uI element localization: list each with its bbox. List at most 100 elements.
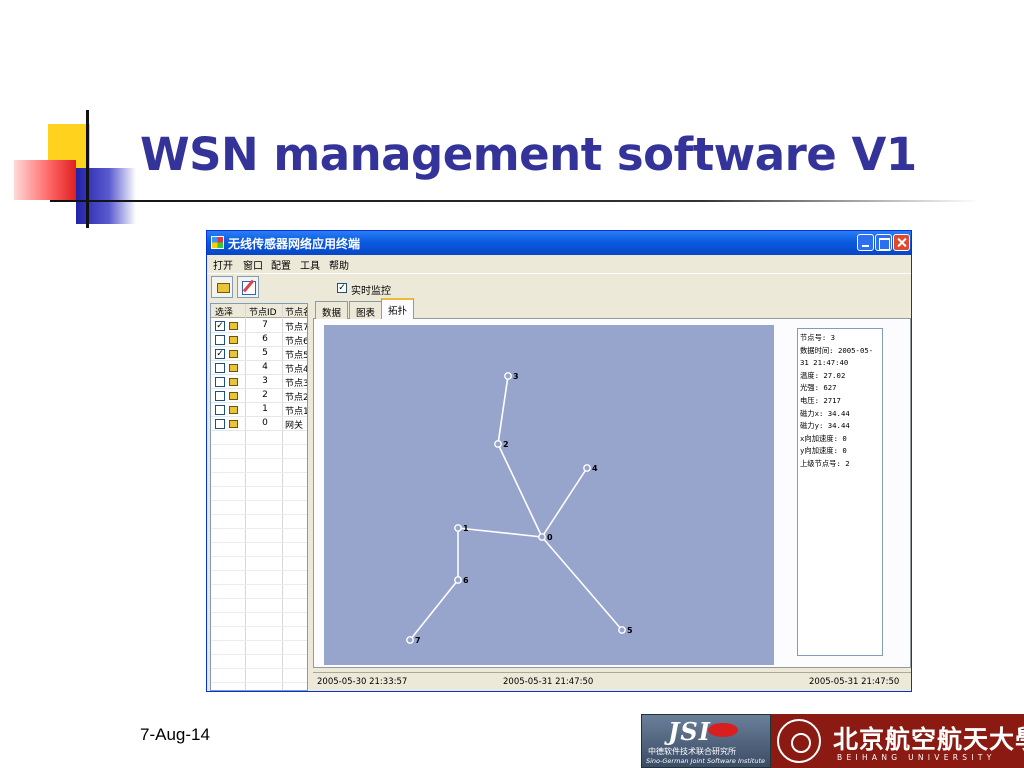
- empty-list-row: [211, 683, 307, 690]
- open-folder-icon[interactable]: [211, 276, 233, 298]
- row-node-name: 节点5: [285, 351, 308, 361]
- row-checkbox[interactable]: ✓: [215, 321, 225, 331]
- topology-node-1[interactable]: [454, 524, 462, 532]
- topology-node-6[interactable]: [454, 576, 462, 584]
- empty-list-row: [211, 515, 307, 529]
- realtime-label: 实时监控: [351, 286, 391, 297]
- row-checkbox[interactable]: [215, 391, 225, 401]
- menu-config[interactable]: 配置: [271, 257, 291, 272]
- row-node-id: 7: [262, 320, 268, 330]
- topology-node-7[interactable]: [406, 636, 414, 644]
- info-line: 温度: 27.02: [800, 370, 846, 380]
- menu-open[interactable]: 打开: [213, 257, 233, 272]
- row-checkbox[interactable]: [215, 363, 225, 373]
- row-node-id: 0: [262, 418, 268, 428]
- sensor-node-icon: [229, 364, 238, 372]
- row-checkbox[interactable]: ✓: [215, 349, 225, 359]
- menubar: 打开 窗口 配置 工具 帮助: [207, 255, 911, 273]
- info-line: 节点号: 3: [800, 333, 836, 342]
- topology-node-label: 0: [547, 533, 553, 542]
- info-line: 电压: 2717: [800, 395, 841, 405]
- maximize-icon[interactable]: [875, 234, 892, 251]
- node-list-row[interactable]: 2 节点2: [211, 389, 307, 403]
- decor-blue-square: [76, 168, 136, 224]
- empty-list-row: [211, 669, 307, 683]
- empty-list-row: [211, 641, 307, 655]
- empty-list-row: [211, 571, 307, 585]
- topology-node-label: 3: [513, 372, 519, 381]
- node-list-row[interactable]: 4 节点4: [211, 361, 307, 375]
- empty-list-row: [211, 543, 307, 557]
- minimize-icon[interactable]: [857, 234, 874, 251]
- node-list-row[interactable]: 0 网关: [211, 417, 307, 431]
- topology-link-2-0: [497, 443, 543, 538]
- empty-list-row: [211, 459, 307, 473]
- decor-red-square: [14, 160, 76, 200]
- menu-help[interactable]: 帮助: [329, 257, 349, 272]
- row-checkbox[interactable]: [215, 405, 225, 415]
- topology-canvas[interactable]: 0 1 2 3 4 5 6 7: [324, 325, 774, 665]
- info-line: x向加速度: 0: [800, 433, 847, 443]
- topology-link-0-5: [541, 536, 623, 631]
- empty-list-row: [211, 445, 307, 459]
- info-line: 磁力y: 34.44: [800, 421, 850, 431]
- row-node-id: 5: [262, 348, 268, 358]
- topology-node-2[interactable]: [494, 440, 502, 448]
- buaa-logo-en-text: BEIHANG UNIVERSITY: [837, 753, 996, 762]
- column-header-node-name[interactable]: 节点名: [285, 305, 307, 318]
- close-icon[interactable]: [893, 234, 910, 251]
- node-list-header: 选泽 节点ID 节点名: [211, 304, 307, 318]
- row-node-name: 网关: [285, 421, 304, 431]
- menu-tools[interactable]: 工具: [300, 257, 320, 272]
- topology-node-label: 1: [463, 524, 469, 533]
- row-node-id: 3: [262, 376, 268, 386]
- topology-node-0[interactable]: [538, 533, 546, 541]
- row-node-id: 6: [262, 334, 268, 344]
- empty-list-row: [211, 557, 307, 571]
- tab-data[interactable]: 数据: [315, 301, 349, 319]
- topology-link-6-7: [409, 579, 459, 641]
- info-line: 31 21:47:40: [800, 358, 849, 368]
- node-list-row[interactable]: 3 节点3: [211, 375, 307, 389]
- menu-window[interactable]: 窗口: [243, 257, 263, 272]
- app-window: 无线传感器网络应用终端 打开 窗口 配置 工具 帮助 ✓ 实时监控 选泽 节点I…: [206, 230, 912, 692]
- buaa-logo: 北京航空航天大學 BEIHANG UNIVERSITY: [771, 714, 1024, 768]
- row-node-name: 节点3: [285, 379, 308, 389]
- info-line: y向加速度: 0: [800, 446, 847, 456]
- row-node-name: 节点1: [285, 407, 308, 417]
- node-list: 选泽 节点ID 节点名 ✓ 7 节点7 6 节点6 ✓ 5 节点5 4 节点4 3 节点3 2 节点2 1 节…: [210, 303, 308, 691]
- node-list-row[interactable]: ✓ 7 节点7: [211, 319, 307, 333]
- sensor-node-icon: [229, 406, 238, 414]
- topology-node-label: 7: [415, 636, 421, 645]
- status-data-time: 2005-05-31 21:47:50: [503, 677, 594, 687]
- app-icon: [211, 236, 224, 249]
- row-checkbox[interactable]: [215, 377, 225, 387]
- column-header-select[interactable]: 选泽: [215, 305, 233, 318]
- topology-link-1-0: [457, 527, 543, 538]
- info-line: 光强: 627: [800, 383, 837, 393]
- row-checkbox[interactable]: [215, 335, 225, 345]
- edit-icon[interactable]: [237, 276, 259, 298]
- window-titlebar[interactable]: 无线传感器网络应用终端: [207, 231, 911, 255]
- topology-node-3[interactable]: [504, 372, 512, 380]
- empty-list-row: [211, 599, 307, 613]
- tab-chart[interactable]: 图表: [349, 301, 383, 319]
- row-node-id: 1: [262, 404, 268, 414]
- decor-horizontal-line: [50, 200, 980, 202]
- topology-graph: 0 1 2 3 4 5 6 7: [406, 372, 633, 645]
- tab-topology[interactable]: 拓扑: [381, 298, 415, 319]
- topology-node-4[interactable]: [583, 464, 591, 472]
- row-checkbox[interactable]: [215, 419, 225, 429]
- realtime-checkbox[interactable]: ✓: [337, 283, 347, 293]
- empty-list-row: [211, 501, 307, 515]
- topology-node-5[interactable]: [618, 626, 626, 634]
- empty-list-row: [211, 431, 307, 445]
- sensor-node-icon: [229, 392, 238, 400]
- node-list-row[interactable]: 6 节点6: [211, 333, 307, 347]
- node-list-row[interactable]: ✓ 5 节点5: [211, 347, 307, 361]
- slide-date: 7-Aug-14: [140, 725, 210, 744]
- empty-list-row: [211, 473, 307, 487]
- node-list-row[interactable]: 1 节点1: [211, 403, 307, 417]
- column-header-node-id[interactable]: 节点ID: [249, 305, 277, 318]
- slide-title: WSN management software V1: [140, 128, 917, 181]
